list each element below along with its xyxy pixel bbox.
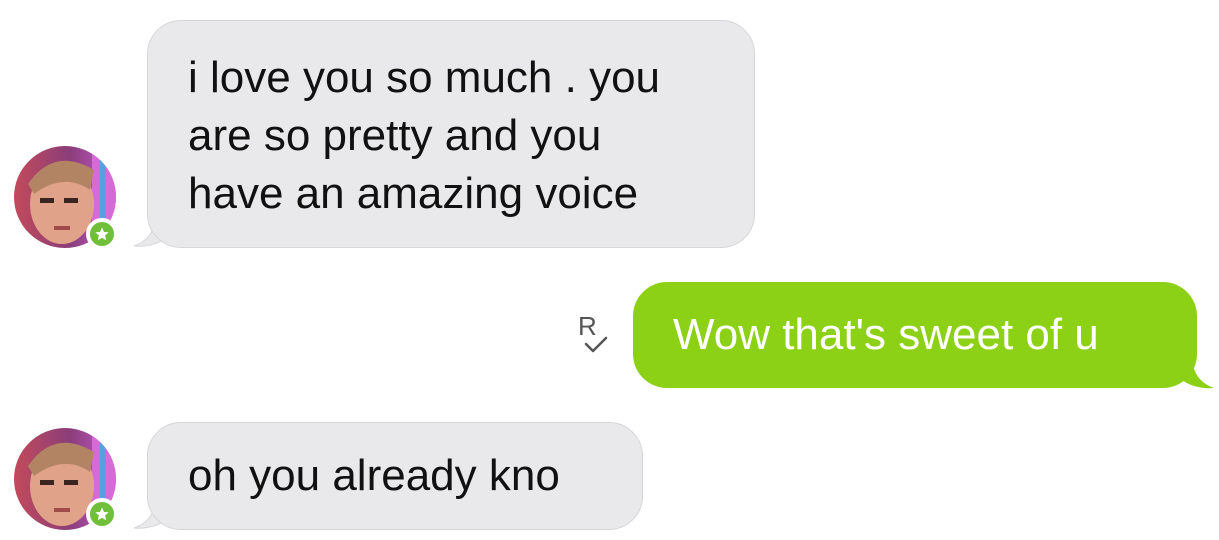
- message-bubble[interactable]: oh you already kno: [147, 422, 643, 530]
- read-receipt-icon: R: [574, 312, 610, 358]
- message-bubble[interactable]: Wow that's sweet of u: [633, 282, 1197, 388]
- star-badge-icon: [86, 218, 118, 250]
- message-text-line: have an amazing voice: [188, 169, 639, 218]
- star-badge-icon: [86, 498, 118, 530]
- message-text: oh you already kno: [188, 451, 560, 500]
- message-text-line: i love you so much . you: [188, 53, 661, 102]
- message-text-line: are so pretty and you: [188, 111, 602, 160]
- message-bubble[interactable]: i love you so much . you are so pretty a…: [147, 20, 755, 248]
- message-text: Wow that's sweet of u: [673, 310, 1099, 359]
